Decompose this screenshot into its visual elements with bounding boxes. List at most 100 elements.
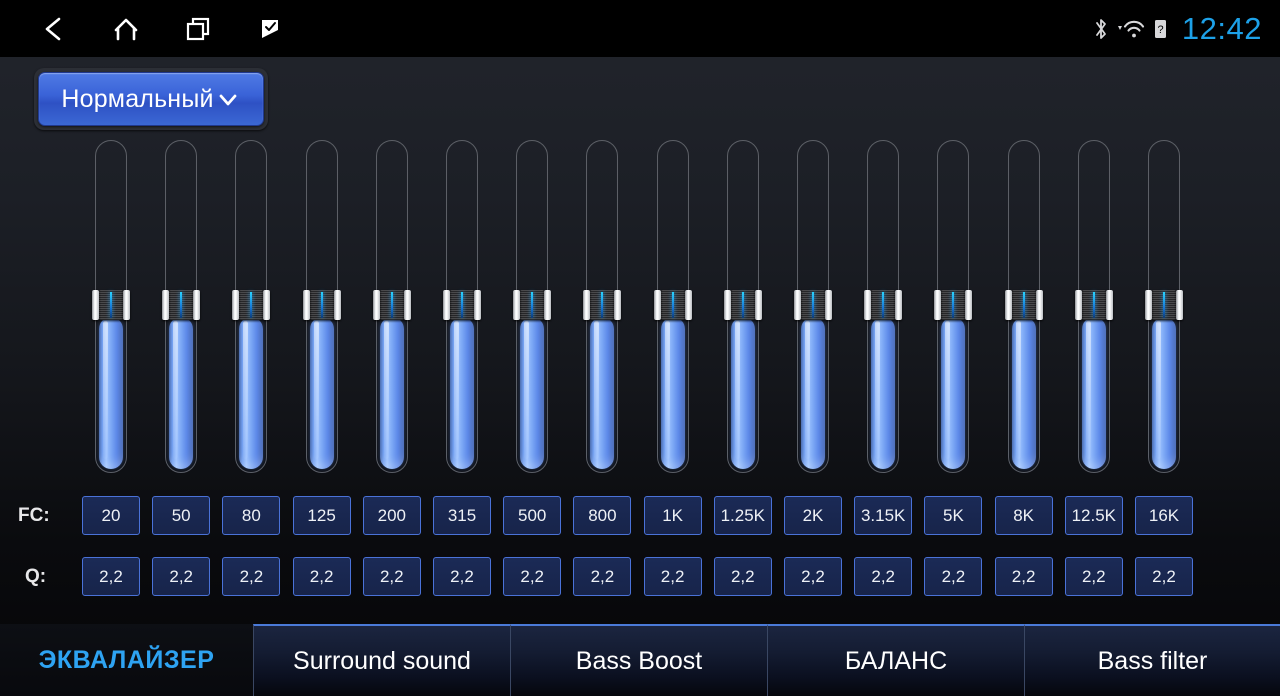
eq-slider-thumb[interactable]	[1004, 290, 1043, 320]
eq-slider-thumb-cap-left	[513, 290, 521, 320]
tab-эквалайзер[interactable]: ЭКВАЛАЙЗЕР	[0, 624, 253, 696]
fc-value-box[interactable]: 1.25K	[713, 496, 772, 535]
eq-slider-band-16[interactable]	[1145, 140, 1183, 475]
eq-slider-thumb[interactable]	[723, 290, 762, 320]
preset-dropdown-frame: Нормальный	[34, 68, 268, 130]
eq-slider-band-8[interactable]	[583, 140, 622, 475]
eq-slider-thumb[interactable]	[583, 290, 622, 320]
eq-slider-thumb-cap-right	[544, 290, 552, 320]
fc-value-box[interactable]: 500	[503, 496, 562, 535]
fc-value-box[interactable]: 3.15K	[854, 496, 913, 535]
eq-slider-thumb[interactable]	[162, 290, 201, 320]
eq-slider-band-14[interactable]	[1004, 140, 1043, 475]
q-value-box[interactable]: 2,2	[1135, 557, 1193, 596]
tab-баланс[interactable]: БАЛАНС	[767, 624, 1024, 696]
q-value-box[interactable]: 2,2	[994, 557, 1053, 596]
eq-slider-band-13[interactable]	[934, 140, 973, 475]
fc-value-box[interactable]: 2K	[784, 496, 842, 535]
fc-value-box[interactable]: 8K	[994, 496, 1053, 535]
q-value-box[interactable]: 2,2	[433, 557, 491, 596]
q-value-box[interactable]: 2,2	[1064, 557, 1123, 596]
eq-slider-thumb-grip	[730, 290, 755, 320]
eq-slider-thumb[interactable]	[513, 290, 552, 320]
eq-slider-band-11[interactable]	[794, 140, 832, 475]
eq-slider-thumb[interactable]	[92, 290, 130, 320]
eq-slider-thumb-cap-right	[193, 290, 201, 320]
eq-slider-thumb[interactable]	[372, 290, 411, 320]
tab-surround-sound[interactable]: Surround sound	[253, 624, 510, 696]
recents-icon[interactable]	[162, 0, 234, 57]
eq-slider-band-9[interactable]	[653, 140, 692, 475]
eq-slider-thumb-cap-left	[92, 290, 99, 320]
eq-slider-thumb[interactable]	[653, 290, 692, 320]
eq-slider-band-1[interactable]	[92, 140, 130, 475]
eq-slider-fill	[730, 317, 755, 469]
eq-slider-band-12[interactable]	[864, 140, 903, 475]
eq-slider-thumb[interactable]	[794, 290, 832, 320]
fc-value-box[interactable]: 315	[433, 496, 491, 535]
fc-value-box[interactable]: 80	[222, 496, 281, 535]
eq-slider-thumb[interactable]	[1074, 290, 1113, 320]
q-value-box[interactable]: 2,2	[222, 557, 281, 596]
fc-value-box[interactable]: 800	[573, 496, 632, 535]
fc-value-box[interactable]: 5K	[924, 496, 983, 535]
eq-slider-thumb-cap-left	[653, 290, 661, 320]
eq-slider-fill	[1011, 317, 1036, 469]
eq-slider-band-5[interactable]	[372, 140, 411, 475]
eq-slider-thumb[interactable]	[302, 290, 341, 320]
eq-slider-thumb-cap-right	[263, 290, 271, 320]
eq-slider-thumb-cap-left	[162, 290, 170, 320]
fc-value-box[interactable]: 20	[82, 496, 140, 535]
eq-slider-thumb[interactable]	[934, 290, 973, 320]
eq-slider-thumb-grip	[1152, 290, 1176, 320]
eq-slider-band-4[interactable]	[302, 140, 341, 475]
eq-slider-fill	[801, 317, 825, 469]
q-value-box[interactable]: 2,2	[713, 557, 772, 596]
fc-value-box[interactable]: 16K	[1135, 496, 1193, 535]
q-value-box[interactable]: 2,2	[362, 557, 421, 596]
eq-slider-thumb-cap-left	[1145, 290, 1152, 320]
fc-row-label: FC:	[18, 505, 50, 526]
q-value-box[interactable]: 2,2	[152, 557, 211, 596]
eq-slider-thumb-grip	[169, 290, 194, 320]
preset-dropdown-button[interactable]: Нормальный	[38, 72, 264, 126]
fc-value-box[interactable]: 200	[362, 496, 421, 535]
q-value-box[interactable]: 2,2	[854, 557, 913, 596]
home-icon[interactable]	[90, 0, 162, 57]
tab-bass-filter[interactable]: Bass filter	[1024, 624, 1280, 696]
q-value-box[interactable]: 2,2	[573, 557, 632, 596]
eq-slider-thumb[interactable]	[864, 290, 903, 320]
q-value-box[interactable]: 2,2	[82, 557, 140, 596]
eq-slider-thumb-grip	[1081, 290, 1106, 320]
eq-slider-thumb[interactable]	[443, 290, 481, 320]
q-value-box[interactable]: 2,2	[643, 557, 702, 596]
eq-slider-fill	[379, 317, 404, 469]
eq-slider-thumb-grip	[941, 290, 966, 320]
eq-slider-band-10[interactable]	[723, 140, 762, 475]
q-value-box[interactable]: 2,2	[784, 557, 842, 596]
back-icon[interactable]	[18, 0, 90, 57]
flag-check-icon[interactable]	[234, 0, 306, 57]
eq-slider-thumb-cap-left	[372, 290, 380, 320]
q-row: Q: 2,2 2,2 2,2 2,2 2,2 2,2 2,2 2,2 2,2 2,2 2,2 2,2 2…	[0, 557, 1280, 597]
eq-slider-band-7[interactable]	[513, 140, 552, 475]
wifi-icon	[1116, 17, 1146, 41]
eq-slider-band-3[interactable]	[232, 140, 271, 475]
eq-slider-thumb-grip	[309, 290, 334, 320]
eq-slider-thumb[interactable]	[232, 290, 271, 320]
eq-slider-band-6[interactable]	[443, 140, 481, 475]
equalizer-screen: ? 12:42 Нормальный FC: 20 50 80 125 200 315 50…	[0, 0, 1280, 696]
eq-slider-band-15[interactable]	[1074, 140, 1113, 475]
eq-slider-thumb-cap-left	[583, 290, 591, 320]
eq-slider-thumb[interactable]	[1145, 290, 1183, 320]
fc-value-box[interactable]: 12.5K	[1064, 496, 1123, 535]
fc-value-box[interactable]: 50	[152, 496, 211, 535]
tab-bass-boost[interactable]: Bass Boost	[510, 624, 767, 696]
chevron-down-icon	[215, 86, 241, 112]
fc-value-box[interactable]: 125	[292, 496, 351, 535]
q-value-box[interactable]: 2,2	[924, 557, 983, 596]
q-value-box[interactable]: 2,2	[503, 557, 562, 596]
eq-slider-band-2[interactable]	[162, 140, 201, 475]
q-value-box[interactable]: 2,2	[292, 557, 351, 596]
fc-value-box[interactable]: 1K	[643, 496, 702, 535]
